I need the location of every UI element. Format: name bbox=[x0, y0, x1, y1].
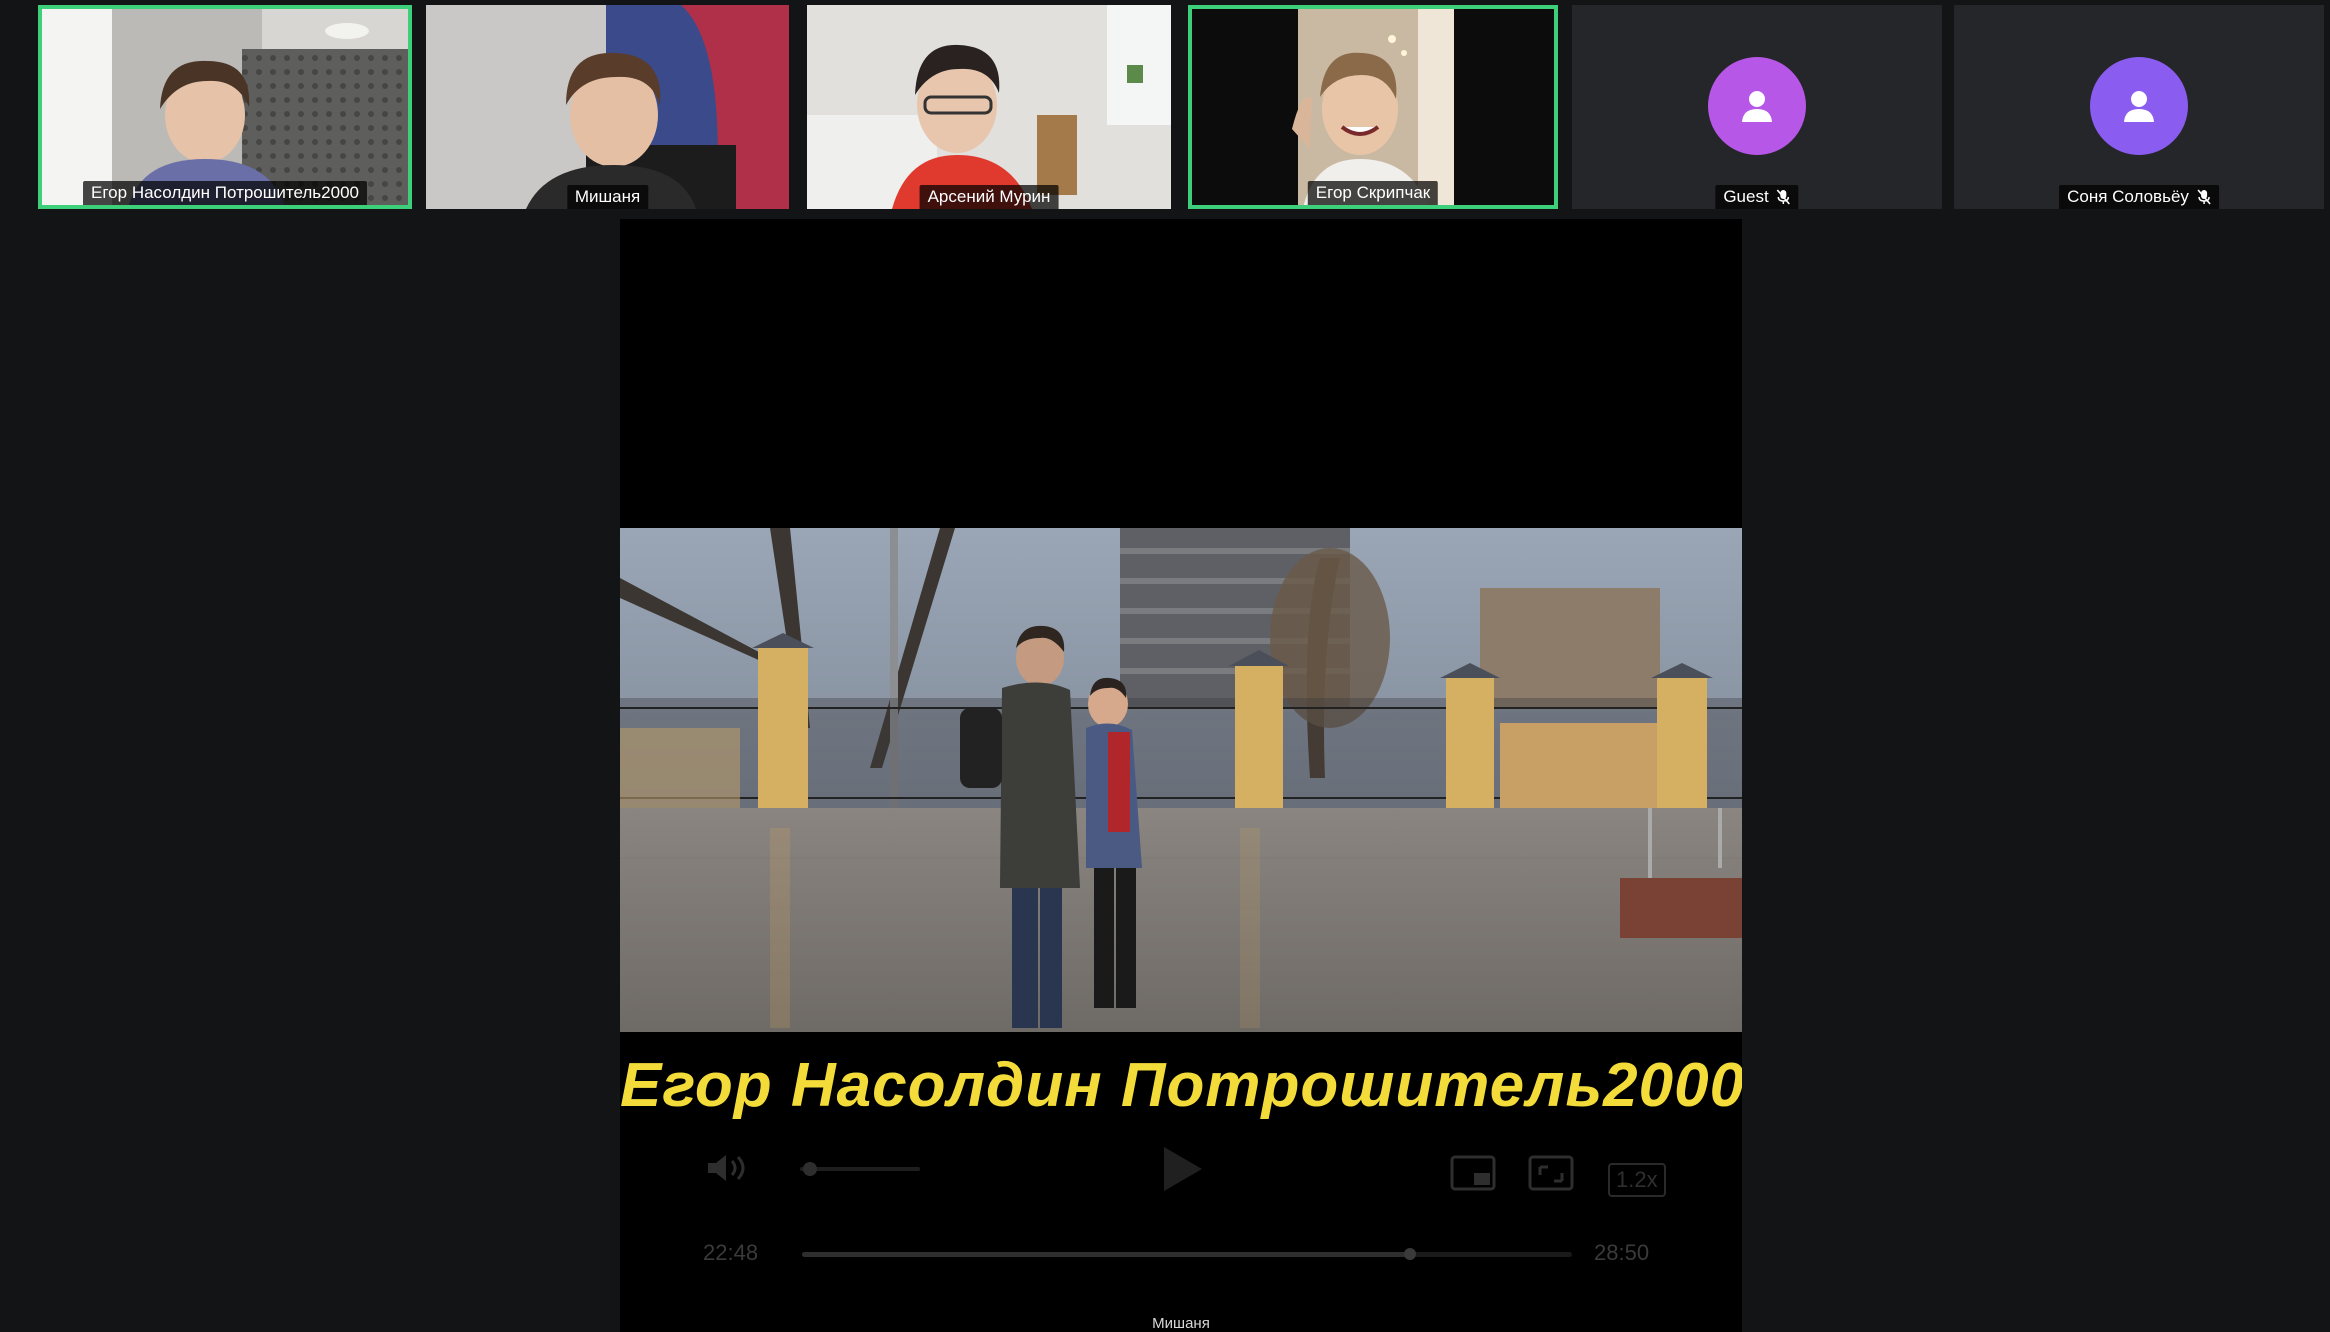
mic-muted-icon bbox=[2197, 189, 2211, 205]
participant-tile-3[interactable]: Арсений Мурин bbox=[807, 5, 1171, 209]
participant-tile-5[interactable]: Guest bbox=[1572, 5, 1942, 209]
time-elapsed: 22:48 bbox=[703, 1240, 759, 1265]
volume-icon[interactable] bbox=[706, 1151, 752, 1185]
participant-video bbox=[42, 9, 408, 205]
participant-tile-1[interactable]: Егор Насолдин Потрошитель2000 bbox=[38, 5, 412, 209]
shared-screen[interactable]: Егор Насолдин Потрошитель2000 1.2x 22:48 bbox=[620, 219, 1742, 1332]
progress-fill bbox=[802, 1252, 1411, 1257]
participant-name-badge: Егор Насолдин Потрошитель2000 bbox=[83, 181, 367, 205]
participant-video bbox=[1192, 9, 1554, 205]
participant-tile-4[interactable]: Егор Скрипчак bbox=[1188, 5, 1558, 209]
participant-name-badge: Мишаня bbox=[566, 185, 649, 209]
video-caption: Егор Насолдин Потрошитель2000 bbox=[620, 1051, 1742, 1120]
participant-name-badge: Арсений Мурин bbox=[919, 185, 1059, 209]
user-avatar-icon bbox=[1708, 57, 1806, 155]
participant-name: Мишаня bbox=[574, 187, 641, 206]
participant-name: Егор Скрипчак bbox=[1315, 183, 1431, 202]
presenter-name: Мишаня bbox=[1152, 1315, 1210, 1332]
participant-video bbox=[426, 5, 789, 209]
progress-handle[interactable] bbox=[1404, 1248, 1417, 1260]
picture-in-picture-icon[interactable] bbox=[1450, 1155, 1496, 1193]
video-conference-window: Егор Насолдин Потрошитель2000 Мишаня Арс… bbox=[0, 0, 2330, 1332]
fullscreen-icon[interactable] bbox=[1528, 1155, 1574, 1193]
participant-name: Соня Соловьёу bbox=[2067, 187, 2189, 206]
participant-video bbox=[807, 5, 1171, 209]
participant-tile-6[interactable]: Соня Соловьёу bbox=[1954, 5, 2324, 209]
participant-name-badge: Guest bbox=[1715, 185, 1799, 209]
participant-name: Guest bbox=[1723, 187, 1769, 206]
playback-speed-button[interactable]: 1.2x bbox=[1608, 1163, 1666, 1197]
shared-video[interactable]: Егор Насолдин Потрошитель2000 bbox=[620, 528, 1742, 1250]
progress-bar[interactable] bbox=[802, 1248, 1572, 1260]
participant-name-badge: Соня Соловьёу bbox=[2059, 185, 2219, 209]
mic-muted-icon bbox=[1777, 189, 1791, 205]
participant-name-badge: Егор Скрипчак bbox=[1307, 181, 1439, 205]
participant-tile-2[interactable]: Мишаня bbox=[426, 5, 789, 209]
participant-name: Арсений Мурин bbox=[927, 187, 1051, 206]
play-icon[interactable] bbox=[1160, 1145, 1204, 1193]
volume-slider[interactable] bbox=[800, 1161, 920, 1177]
user-avatar-icon bbox=[2090, 57, 2188, 155]
time-total: 28:50 bbox=[1594, 1240, 1650, 1265]
participant-name: Егор Насолдин Потрошитель2000 bbox=[91, 183, 359, 202]
video-frame-image bbox=[620, 528, 1742, 1032]
